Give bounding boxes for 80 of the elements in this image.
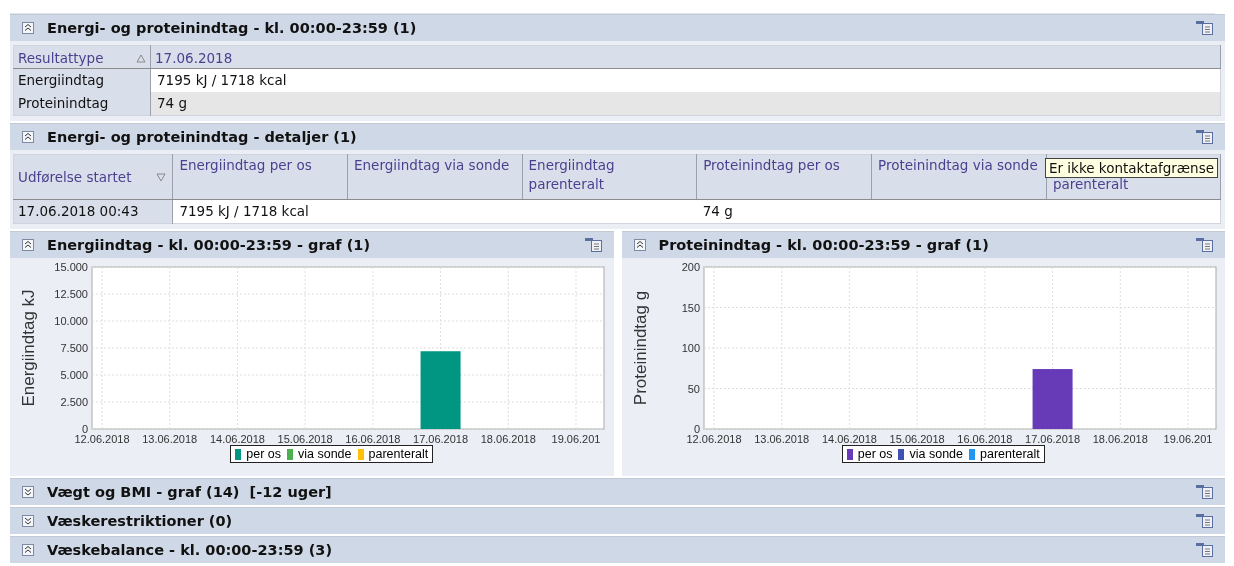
expand-icon[interactable] (22, 515, 34, 527)
section-title: Energi- og proteinindtag - kl. 00:00-23:59 (1) (47, 20, 418, 36)
menu-icon[interactable] (1196, 485, 1213, 499)
x-tick-label: 17.06.2018 (413, 433, 469, 445)
section-header[interactable]: Vægt og BMI - graf (14) [-12 uger] (10, 478, 1225, 505)
y-tick-label: 12.500 (54, 288, 88, 300)
column-header[interactable]: Energiindtag via sonde (347, 154, 523, 200)
table-cell: 7195 kJ / 1718 kcal (150, 68, 1221, 92)
row-label: Energiindtag (13, 68, 151, 92)
column-header[interactable]: Resultattype (13, 45, 151, 69)
menu-icon[interactable] (1196, 543, 1213, 557)
section-header[interactable]: Energiindtag - kl. 00:00-23:59 - graf (1) (10, 231, 614, 258)
collapse-icon[interactable] (22, 22, 34, 34)
x-tick-label: 16.06.2018 (956, 433, 1012, 445)
legend-label: parenteralt (368, 447, 429, 461)
collapse-icon[interactable] (633, 239, 646, 251)
collapse-icon[interactable] (22, 131, 34, 143)
collapse-icon[interactable] (22, 544, 34, 556)
x-tick-label: 16.06.2018 (345, 433, 401, 445)
legend-label: parenteralt (980, 447, 1040, 461)
column-header[interactable]: 17.06.2018 (150, 45, 1221, 69)
x-tick-label: 18.06.2018 (480, 433, 536, 445)
section-title: Proteinindtag - kl. 00:00-23:59 - graf (1) (658, 237, 990, 253)
column-header[interactable]: Energiindtag per os (172, 154, 348, 200)
section-title: Væskerestriktioner (0) (47, 513, 234, 529)
y-tick-label: 50 (687, 382, 700, 395)
collapse-icon[interactable] (22, 239, 34, 251)
table-cell: 17.06.2018 00:43 (13, 199, 173, 224)
legend-label: via sonde (909, 447, 963, 461)
y-tick-label: 200 (681, 261, 700, 273)
column-header[interactable]: Proteinindtag per os (696, 154, 872, 200)
x-tick-label: 14.06.2018 (821, 433, 877, 445)
x-tick-label: 12.06.2018 (74, 433, 130, 445)
x-tick-label: 19.06.201 (1163, 433, 1212, 445)
legend-label: per os (857, 447, 893, 461)
section-header[interactable]: Energi- og proteinindtag - kl. 00:00-23:59 (1) (10, 14, 1225, 41)
menu-icon[interactable] (584, 238, 602, 252)
legend-label: via sonde (298, 447, 352, 461)
x-tick-label: 18.06.2018 (1092, 433, 1148, 445)
section-header[interactable]: Væskebalance - kl. 00:00-23:59 (3) (10, 536, 1225, 563)
section-header[interactable]: Væskerestriktioner (0) (10, 507, 1225, 534)
y-tick-label: 7.500 (60, 342, 88, 354)
y-tick-label: 15.000 (54, 261, 88, 273)
y-tick-label: 0 (81, 423, 88, 435)
y-tick-label: 150 (681, 301, 700, 314)
section-title: Energi- og proteinindtag - detaljer (1) (47, 129, 358, 145)
table-cell: 74 g (696, 199, 872, 224)
menu-icon[interactable] (1196, 238, 1213, 252)
section-title: Energiindtag - kl. 00:00-23:59 - graf (1) (47, 237, 372, 253)
column-header[interactable]: Energiindtag parenteralt (522, 154, 697, 200)
x-tick-label: 12.06.2018 (685, 433, 742, 445)
x-tick-label: 15.06.2018 (277, 433, 333, 445)
section-title: Vægt og BMI - graf (14) [-12 uger] (47, 484, 333, 500)
x-tick-label: 19.06.201 (551, 433, 601, 445)
menu-icon[interactable] (1196, 21, 1213, 35)
x-tick-label: 13.06.2018 (753, 433, 809, 445)
tooltip: Er ikke kontaktafgrænse (1045, 158, 1218, 178)
section-header[interactable]: Proteinindtag - kl. 00:00-23:59 - graf (1) (621, 231, 1225, 258)
table-cell: 7195 kJ / 1718 kcal (172, 199, 348, 224)
y-axis-title: Proteinindtag g (630, 290, 650, 406)
x-tick-label: 13.06.2018 (142, 433, 198, 445)
y-tick-label: 2.500 (60, 396, 88, 408)
x-tick-label: 17.06.2018 (1024, 433, 1080, 445)
y-tick-label: 100 (681, 342, 700, 354)
table-cell: 74 g (150, 92, 1221, 116)
menu-icon[interactable] (1196, 130, 1213, 144)
row-label: Proteinindtag (13, 92, 151, 116)
section-header[interactable]: Energi- og proteinindtag - detaljer (1) (10, 123, 1225, 150)
y-tick-label: 5.000 (60, 369, 88, 381)
x-tick-label: 15.06.2018 (889, 433, 945, 445)
expand-icon[interactable] (22, 486, 34, 498)
section-title: Væskebalance - kl. 00:00-23:59 (3) (47, 542, 333, 558)
y-tick-label: 10.000 (54, 315, 88, 327)
y-tick-label: 0 (693, 423, 700, 435)
legend-label: per os (246, 447, 281, 461)
x-tick-label: 14.06.2018 (209, 433, 265, 445)
menu-icon[interactable] (1196, 514, 1213, 528)
column-header[interactable]: Udførelse startet (13, 154, 173, 200)
column-header[interactable]: Proteinindtag via sonde (871, 154, 1047, 200)
y-axis-title: Energiindtag kJ (19, 289, 38, 407)
